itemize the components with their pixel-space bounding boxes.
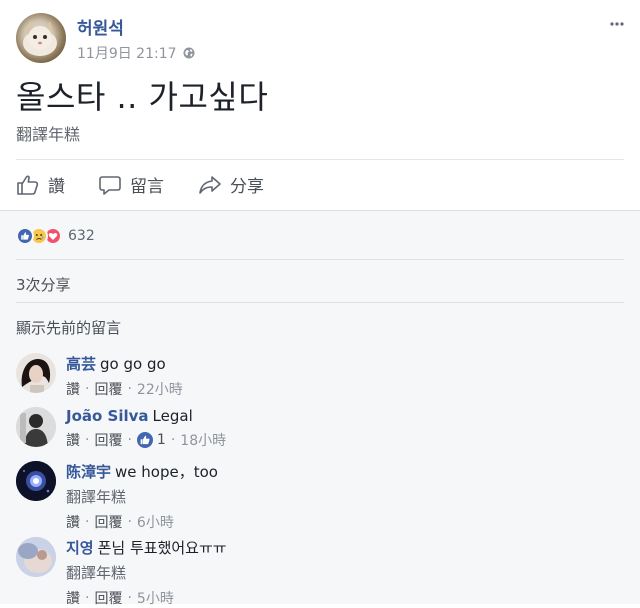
post-timestamp: 11月9日 21:17 xyxy=(77,43,195,63)
reaction-count[interactable]: 632 xyxy=(68,228,95,244)
comments-section: 632 3次分享 顯示先前的留言 高芸 go go go 讚 · 回覆 · 22… xyxy=(0,210,640,608)
comment-see-translation-link[interactable]: 翻譯年糕 xyxy=(66,486,218,507)
comment-reply-link[interactable]: 回覆 xyxy=(94,588,122,608)
shares-count[interactable]: 3次分享 xyxy=(16,274,71,295)
reactions-summary[interactable]: 632 xyxy=(16,225,95,247)
commenter-name[interactable]: João Silva xyxy=(66,407,149,425)
commenter-name[interactable]: 高芸 xyxy=(66,355,96,373)
like-button-label: 讚 xyxy=(48,177,65,197)
commenter-name[interactable]: 지영 xyxy=(66,539,94,557)
comment-time[interactable]: 18小時 xyxy=(180,430,226,450)
facebook-post: 허원석 11月9日 21:17 올스타 .. 가고싶다 翻譯年糕 讚 留言 分享… xyxy=(0,0,640,608)
post-header: 허원석 11月9日 21:17 xyxy=(0,0,640,72)
comment-body: João Silva Legal 讚 · 回覆 · 1 · 18小時 xyxy=(66,407,226,450)
comment-body: 지영 폰님 투표했어요ㅠㅠ 翻譯年糕 讚 · 回覆 · 5小時 xyxy=(66,537,227,608)
comment-item: 高芸 go go go 讚 · 回覆 · 22小時 xyxy=(16,353,624,403)
comment-meta: 讚 · 回覆 · 1 · 18小時 xyxy=(66,430,226,450)
comment-time[interactable]: 5小時 xyxy=(137,588,174,608)
comment-text: 폰님 투표했어요ㅠㅠ xyxy=(97,539,227,557)
divider xyxy=(16,259,624,260)
separator: · xyxy=(85,514,90,530)
comment-like-link[interactable]: 讚 xyxy=(66,430,80,450)
action-bar: 讚 留言 分享 xyxy=(0,160,640,210)
commenter-avatar[interactable] xyxy=(16,537,56,577)
comment-see-translation-link[interactable]: 翻譯年糕 xyxy=(66,562,227,583)
comment-item: 지영 폰님 투표했어요ㅠㅠ 翻譯年糕 讚 · 回覆 · 5小時 xyxy=(16,537,624,608)
divider xyxy=(16,302,624,303)
comment-time[interactable]: 22小時 xyxy=(137,379,183,399)
like-button[interactable]: 讚 xyxy=(16,172,65,197)
commenter-avatar[interactable] xyxy=(16,461,56,501)
comment-button-label: 留言 xyxy=(130,177,164,197)
kitten-photo xyxy=(23,21,57,56)
share-button-label: 分享 xyxy=(230,177,264,197)
commenter-avatar[interactable] xyxy=(16,407,56,447)
see-translation-link[interactable]: 翻譯年糕 xyxy=(16,121,80,145)
comment-item: 陈漳宇 we hope，too 翻譯年糕 讚 · 回覆 · 6小時 xyxy=(16,461,624,533)
commenter-avatar[interactable] xyxy=(16,353,56,393)
comment-body: 高芸 go go go 讚 · 回覆 · 22小時 xyxy=(66,353,183,399)
separator: · xyxy=(127,432,132,448)
thumbs-up-icon xyxy=(17,174,39,195)
comment-content: João Silva Legal xyxy=(66,407,226,425)
globe-icon[interactable] xyxy=(183,47,195,59)
more-options-icon[interactable] xyxy=(610,16,624,30)
separator: · xyxy=(127,514,132,530)
share-arrow-icon xyxy=(199,175,221,194)
comment-text: we hope，too xyxy=(115,463,218,481)
comment-button[interactable]: 留言 xyxy=(98,172,164,197)
comment-meta: 讚 · 回覆 · 6小時 xyxy=(66,512,218,532)
author-name[interactable]: 허원석 xyxy=(77,14,124,39)
comment-meta: 讚 · 回覆 · 5小時 xyxy=(66,588,227,608)
comment-reply-link[interactable]: 回覆 xyxy=(94,512,122,532)
speech-bubble-icon xyxy=(99,175,121,195)
comment-time[interactable]: 6小時 xyxy=(137,512,174,532)
post-text: 올스타 .. 가고싶다 xyxy=(16,78,269,116)
separator: · xyxy=(85,381,90,397)
comment-meta: 讚 · 回覆 · 22小時 xyxy=(66,379,183,399)
separator: · xyxy=(85,432,90,448)
comment-like-link[interactable]: 讚 xyxy=(66,512,80,532)
comment-reply-link[interactable]: 回覆 xyxy=(94,430,122,450)
comment-like-link[interactable]: 讚 xyxy=(66,588,80,608)
commenter-name[interactable]: 陈漳宇 xyxy=(66,463,111,481)
author-avatar[interactable] xyxy=(16,13,66,63)
separator: · xyxy=(127,381,132,397)
comment-content: 지영 폰님 투표했어요ㅠㅠ xyxy=(66,537,227,558)
comment-item: João Silva Legal 讚 · 回覆 · 1 · 18小時 xyxy=(16,407,624,457)
comment-like-count[interactable]: 1 xyxy=(157,432,166,448)
like-icon xyxy=(16,227,34,245)
comment-like-icon[interactable] xyxy=(136,432,153,448)
comment-content: 高芸 go go go xyxy=(66,353,183,374)
view-previous-comments-link[interactable]: 顯示先前的留言 xyxy=(16,317,121,338)
comment-reply-link[interactable]: 回覆 xyxy=(94,379,122,399)
share-button[interactable]: 分享 xyxy=(198,172,264,197)
separator: · xyxy=(170,432,176,448)
comment-text: Legal xyxy=(152,407,193,425)
comment-content: 陈漳宇 we hope，too xyxy=(66,461,218,482)
comment-text: go go go xyxy=(100,355,166,373)
timestamp-text[interactable]: 11月9日 21:17 xyxy=(77,43,177,63)
comment-body: 陈漳宇 we hope，too 翻譯年糕 讚 · 回覆 · 6小時 xyxy=(66,461,218,532)
comment-like-link[interactable]: 讚 xyxy=(66,379,80,399)
